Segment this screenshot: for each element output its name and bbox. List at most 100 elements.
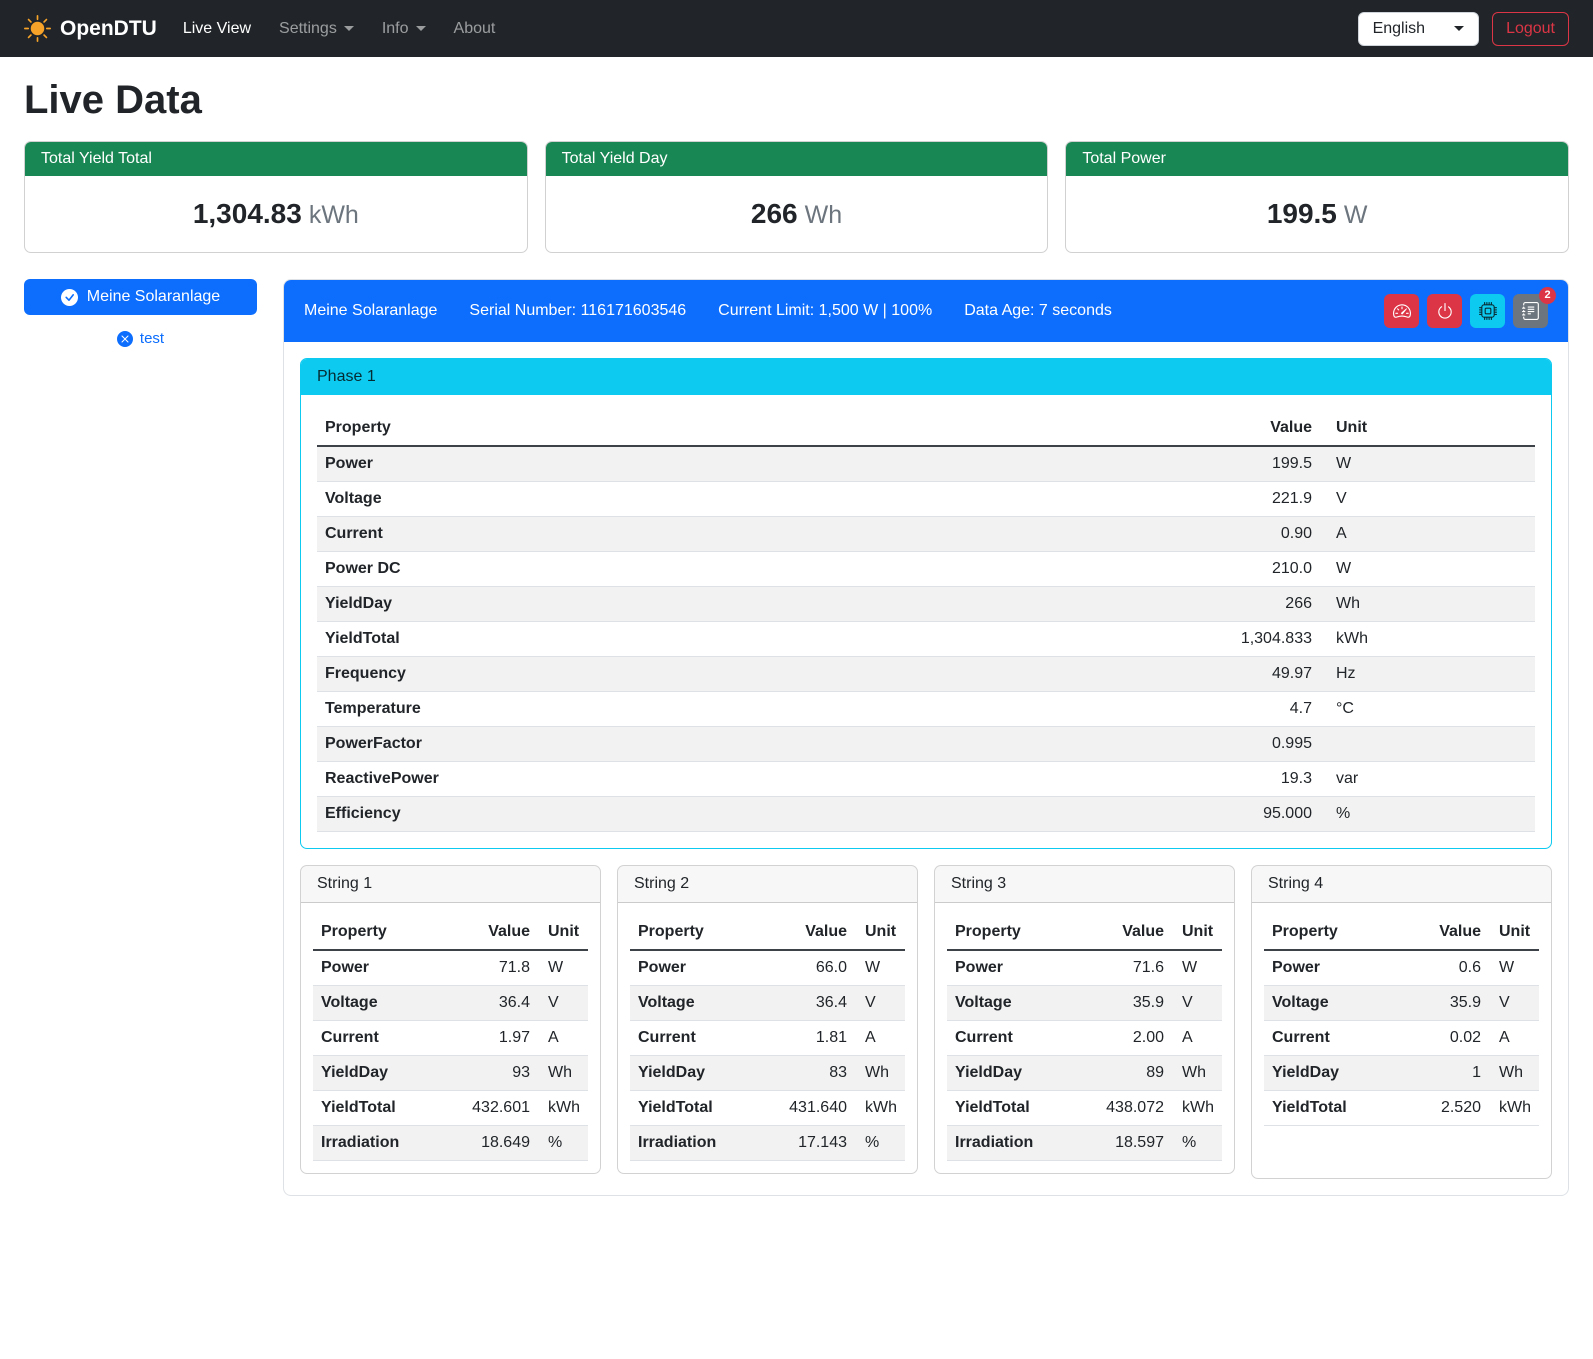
stats-row: Total Yield Total 1,304.83kWh Total Yiel… <box>24 141 1569 253</box>
brand-link[interactable]: OpenDTU <box>24 15 157 42</box>
row-value: 18.597 <box>1073 1126 1172 1161</box>
inverter-serial: Serial Number: 116171603546 <box>469 302 686 320</box>
row-unit: V <box>538 986 588 1021</box>
row-unit: W <box>1172 950 1222 986</box>
nav-item-live-view[interactable]: Live View <box>169 12 265 46</box>
nav-item-settings[interactable]: Settings <box>265 12 368 46</box>
column-header-value: Value <box>1073 915 1172 950</box>
table-row: YieldDay 266 Wh <box>317 587 1535 622</box>
table-row: YieldDay 83 Wh <box>630 1056 905 1091</box>
table-row: YieldTotal 438.072 kWh <box>947 1091 1222 1126</box>
row-value: 1.81 <box>756 1021 855 1056</box>
row-property: Frequency <box>317 657 917 692</box>
string-table: Property Value Unit Power <box>1264 915 1539 1126</box>
row-property: Voltage <box>317 482 917 517</box>
language-select[interactable]: English <box>1358 12 1479 46</box>
table-row: Power 66.0 W <box>630 950 905 986</box>
row-value: 35.9 <box>1073 986 1172 1021</box>
string-title: String 4 <box>1252 866 1551 903</box>
stat-card-title: Total Power <box>1066 142 1568 176</box>
row-unit: V <box>1489 986 1539 1021</box>
row-unit: Wh <box>855 1056 905 1091</box>
stat-card-total-yield-total: Total Yield Total 1,304.83kWh <box>24 141 528 253</box>
table-row: YieldDay 89 Wh <box>947 1056 1222 1091</box>
table-header-row: Property Value Unit <box>1264 915 1539 950</box>
stat-card-total-power: Total Power 199.5W <box>1065 141 1569 253</box>
row-value: 71.6 <box>1073 950 1172 986</box>
row-property: Voltage <box>947 986 1073 1021</box>
event-log-button[interactable]: 2 <box>1513 294 1548 328</box>
row-value: 71.8 <box>439 950 538 986</box>
column-header-unit: Unit <box>855 915 905 950</box>
column-header-unit: Unit <box>1489 915 1539 950</box>
chevron-down-icon <box>1454 26 1464 31</box>
table-header-row: Property Value Unit <box>317 411 1535 446</box>
table-header-row: Property Value Unit <box>630 915 905 950</box>
page-content: Live Data Total Yield Total 1,304.83kWh … <box>0 78 1593 1216</box>
table-row: ReactivePower 19.3 var <box>317 762 1535 797</box>
row-value: 19.3 <box>917 762 1320 797</box>
row-unit: A <box>1489 1021 1539 1056</box>
row-unit: A <box>855 1021 905 1056</box>
column-header-property: Property <box>1264 915 1401 950</box>
row-value: 0.995 <box>917 727 1320 762</box>
row-value: 0.6 <box>1401 950 1489 986</box>
row-property: YieldDay <box>313 1056 439 1091</box>
row-property: YieldDay <box>947 1056 1073 1091</box>
row-unit <box>1320 727 1535 762</box>
row-property: Voltage <box>1264 986 1401 1021</box>
row-value: 438.072 <box>1073 1091 1172 1126</box>
string-table: Property Value Unit Power <box>313 915 588 1161</box>
table-row: Current 2.00 A <box>947 1021 1222 1056</box>
logout-button[interactable]: Logout <box>1492 12 1569 46</box>
row-unit: kWh <box>538 1091 588 1126</box>
content-row: Meine Solaranlage test Meine Solaranlage… <box>24 279 1569 1196</box>
row-value: 83 <box>756 1056 855 1091</box>
row-value: 18.649 <box>439 1126 538 1161</box>
table-row: YieldTotal 2.520 kWh <box>1264 1091 1539 1126</box>
row-property: YieldDay <box>630 1056 756 1091</box>
table-row: Current 1.97 A <box>313 1021 588 1056</box>
column-header-value: Value <box>439 915 538 950</box>
nav-item-info[interactable]: Info <box>368 12 440 46</box>
table-row: Power 0.6 W <box>1264 950 1539 986</box>
row-property: Temperature <box>317 692 917 727</box>
limit-settings-button[interactable] <box>1384 294 1419 328</box>
row-property: Power <box>947 950 1073 986</box>
device-info-button[interactable] <box>1470 294 1505 328</box>
table-row: YieldTotal 1,304.833 kWh <box>317 622 1535 657</box>
row-value: 2.520 <box>1401 1091 1489 1126</box>
inverter-panel-header: Meine Solaranlage Serial Number: 1161716… <box>284 280 1568 342</box>
row-unit: W <box>538 950 588 986</box>
row-unit: A <box>1172 1021 1222 1056</box>
strings-row: String 1 Property Value Unit <box>300 865 1552 1179</box>
string-card-2: String 2 Property Value Unit <box>617 865 918 1174</box>
inverter-select-button[interactable]: Meine Solaranlage <box>24 279 257 315</box>
row-property: Irradiation <box>313 1126 439 1161</box>
sidebar: Meine Solaranlage test <box>24 279 257 347</box>
column-header-unit: Unit <box>538 915 588 950</box>
row-property: YieldTotal <box>313 1091 439 1126</box>
table-header-row: Property Value Unit <box>947 915 1222 950</box>
test-inverter-label: test <box>140 330 164 347</box>
stat-card-title: Total Yield Day <box>546 142 1048 176</box>
row-unit: W <box>1489 950 1539 986</box>
row-unit: W <box>855 950 905 986</box>
row-value: 266 <box>917 587 1320 622</box>
row-property: YieldTotal <box>1264 1091 1401 1126</box>
table-row: Voltage 36.4 V <box>630 986 905 1021</box>
column-header-value: Value <box>917 411 1320 446</box>
row-property: Power <box>313 950 439 986</box>
nav-links: Live View Settings Info About <box>169 12 510 46</box>
row-value: 89 <box>1073 1056 1172 1091</box>
nav-item-about[interactable]: About <box>440 12 510 46</box>
row-property: YieldDay <box>317 587 917 622</box>
row-property: Current <box>630 1021 756 1056</box>
power-control-button[interactable] <box>1427 294 1462 328</box>
row-property: Voltage <box>313 986 439 1021</box>
test-inverter-link[interactable]: test <box>24 330 257 347</box>
row-unit: V <box>1320 482 1535 517</box>
dropdown-caret-icon <box>344 26 354 31</box>
row-value: 431.640 <box>756 1091 855 1126</box>
string-table: Property Value Unit Power <box>947 915 1222 1161</box>
